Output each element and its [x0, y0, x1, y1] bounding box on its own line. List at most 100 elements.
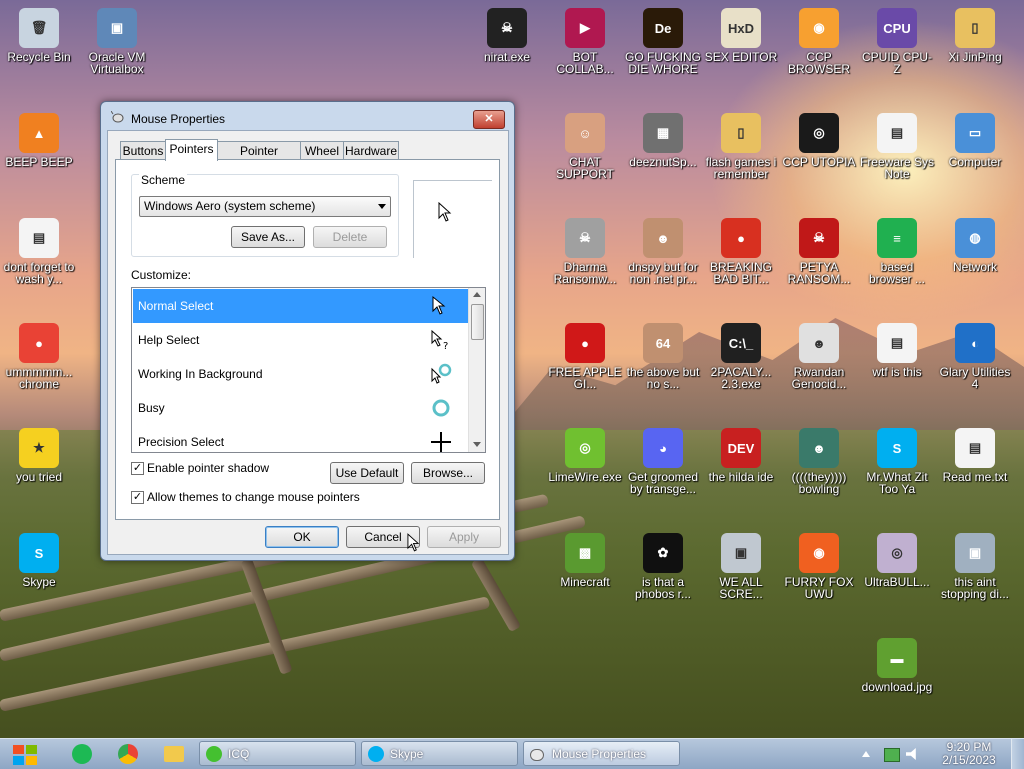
desktop-icon[interactable]: ✿ is that a phobos r...: [625, 533, 701, 600]
tab-wheel[interactable]: Wheel: [300, 141, 344, 160]
desktop-icon[interactable]: ◎ LimeWire.exe: [547, 428, 623, 483]
desktop-icon[interactable]: 🗑 Recycle Bin: [1, 8, 77, 63]
pointers-panel: Scheme Windows Aero (system scheme) Save…: [115, 159, 500, 520]
desktop-icon-label: ummmmm... chrome: [5, 365, 73, 391]
desktop-icon[interactable]: ☻ dnspy but for non .net pr...: [625, 218, 701, 285]
scheme-dropdown[interactable]: Windows Aero (system scheme): [139, 196, 391, 217]
themes-label: Allow themes to change mouse pointers: [147, 490, 360, 504]
pointer-row-label: Busy: [138, 401, 165, 415]
scroll-up-icon[interactable]: [473, 292, 481, 297]
desktop-icon-label: BOT COLLAB...: [556, 50, 614, 76]
desktop-icon[interactable]: ▤ Freeware Sys Note: [859, 113, 935, 180]
pointer-row[interactable]: Precision Select: [133, 425, 468, 452]
desktop-icon[interactable]: ◍ Network: [937, 218, 1013, 273]
folder-icon[interactable]: [164, 746, 184, 762]
desktop-icon[interactable]: ≡ based browser ...: [859, 218, 935, 285]
close-button[interactable]: ✕: [473, 110, 505, 129]
chrome-icon[interactable]: [118, 744, 138, 764]
taskbar-item-icq[interactable]: ICQ: [199, 741, 356, 766]
desktop-icon[interactable]: ☠ nirat.exe: [469, 8, 545, 63]
network-icon[interactable]: [884, 748, 900, 762]
desktop-icon[interactable]: C:\_ 2PACALY... 2.3.exe: [703, 323, 779, 390]
start-button[interactable]: [6, 740, 46, 768]
desktop-icon[interactable]: ● FREE APPLE GI...: [547, 323, 623, 390]
desktop-icon[interactable]: ★ you tried: [1, 428, 77, 483]
desktop-icon[interactable]: 64 the above but no s...: [625, 323, 701, 390]
tab-pointers[interactable]: Pointers: [165, 139, 218, 161]
desktop-icon[interactable]: ▤ wtf is this: [859, 323, 935, 378]
desktop-icon[interactable]: De GO FUCKING DIE WHORE: [625, 8, 701, 75]
desktop-icon[interactable]: ◉ CCP BROWSER: [781, 8, 857, 75]
taskbar-item-mouse-properties[interactable]: Mouse Properties: [523, 741, 680, 766]
desktop-icon[interactable]: ▩ Minecraft: [547, 533, 623, 588]
pointer-row[interactable]: Working In Background: [133, 357, 468, 391]
desktop-icon[interactable]: S Skype: [1, 533, 77, 588]
desktop-icon[interactable]: ▲ BEEP BEEP: [1, 113, 77, 168]
scroll-thumb[interactable]: [471, 304, 484, 340]
use-default-button[interactable]: Use Default: [330, 462, 404, 484]
desktop-icon-label: deeznutSp...: [629, 155, 697, 169]
desktop-icon-label: SEX EDITOR: [704, 50, 778, 64]
shadow-checkbox[interactable]: ✓: [131, 462, 144, 475]
speaker-icon[interactable]: [906, 748, 916, 760]
desktop-icon[interactable]: ● ummmmm... chrome: [1, 323, 77, 390]
desktop-icon[interactable]: ☻ Rwandan Genocid...: [781, 323, 857, 390]
desktop-icon[interactable]: ▣ WE ALL SCRE...: [703, 533, 779, 600]
desktop-icon[interactable]: ● BREAKING BAD BIT...: [703, 218, 779, 285]
themes-checkbox[interactable]: ✓: [131, 491, 144, 504]
delete-button[interactable]: Delete: [313, 226, 387, 248]
desktop-icon-label: wtf is this: [872, 365, 922, 379]
desktop-icon-label: dont forget to wash y...: [3, 260, 75, 286]
save-as-button[interactable]: Save As...: [231, 226, 305, 248]
taskbar-item-skype[interactable]: Skype: [361, 741, 518, 766]
desktop-icon[interactable]: ▭ Computer: [937, 113, 1013, 168]
browse-button[interactable]: Browse...: [411, 462, 485, 484]
chevron-up-icon[interactable]: [862, 751, 870, 757]
desktop-icon[interactable]: ☻ ((((they)))) bowling: [781, 428, 857, 495]
desktop-icon[interactable]: ◎ UltraBULL...: [859, 533, 935, 588]
tab-pointer-options[interactable]: Pointer Options: [217, 141, 301, 176]
show-desktop-button[interactable]: [1011, 739, 1024, 769]
desktop-icon-image: ▲: [19, 113, 59, 153]
pointer-row[interactable]: Busy: [133, 391, 468, 425]
desktop-icon[interactable]: ◐ Glary Utilities 4: [937, 323, 1013, 390]
desktop-icon[interactable]: ◉ FURRY FOX UWU: [781, 533, 857, 600]
desktop-icon[interactable]: ▯ flash games i remember: [703, 113, 779, 180]
desktop-icon[interactable]: ▦ deeznutSp...: [625, 113, 701, 168]
desktop-icon[interactable]: ▤ Read me.txt: [937, 428, 1013, 483]
desktop-icon[interactable]: ☺ CHAT SUPPORT: [547, 113, 623, 180]
tab-buttons[interactable]: Buttons: [120, 141, 166, 160]
desktop-icon[interactable]: ▶ BOT COLLAB...: [547, 8, 623, 75]
desktop-icon[interactable]: S Mr.What Zit Too Ya: [859, 428, 935, 495]
apply-button[interactable]: Apply: [427, 526, 501, 548]
dialog-client: Buttons Pointers Pointer Options Wheel H…: [107, 130, 509, 555]
desktop-icon-image: ●: [19, 323, 59, 363]
desktop-icon[interactable]: ▬ download.jpg: [859, 638, 935, 693]
scroll-down-icon[interactable]: [473, 442, 481, 447]
desktop-icon[interactable]: ☠ Dharma Ransomw...: [547, 218, 623, 285]
desktop-icon[interactable]: ▣ this aint stopping di...: [937, 533, 1013, 600]
pointer-list[interactable]: Normal Select Help Select? Working In Back…: [131, 287, 486, 453]
desktop-icon[interactable]: ▯ Xi JinPing: [937, 8, 1013, 63]
pointer-row-label: Precision Select: [138, 435, 225, 449]
ok-button[interactable]: OK: [265, 526, 339, 548]
tab-hardware[interactable]: Hardware: [343, 141, 399, 160]
list-scrollbar[interactable]: [468, 288, 485, 452]
desktop-icon[interactable]: HxD SEX EDITOR: [703, 8, 779, 63]
desktop-icon[interactable]: ◕ Get groomed by transge...: [625, 428, 701, 495]
clock[interactable]: 9:20 PM 2/15/2023: [930, 741, 1008, 767]
spotify-icon[interactable]: [72, 744, 92, 764]
desktop-icon-label: Network: [952, 260, 997, 274]
title-bar[interactable]: Mouse Properties ✕: [101, 102, 514, 130]
desktop-icon[interactable]: ☠ PETYA RANSOM...: [781, 218, 857, 285]
desktop-icon-label: the above but no s...: [626, 365, 700, 391]
desktop-icon[interactable]: ▤ dont forget to wash y...: [1, 218, 77, 285]
pointer-row[interactable]: Normal Select: [133, 289, 468, 323]
pointer-row[interactable]: Help Select?: [133, 323, 468, 357]
desktop-icon[interactable]: CPU CPUID CPU-Z: [859, 8, 935, 75]
desktop-icon[interactable]: DEV the hilda ide: [703, 428, 779, 483]
desktop-icon-label: Oracle VM Virtualbox: [88, 50, 146, 76]
desktop-icon[interactable]: ▣ Oracle VM Virtualbox: [79, 8, 155, 75]
mouse-properties-window[interactable]: Mouse Properties ✕ Buttons Pointers Poin…: [100, 101, 515, 561]
desktop-icon[interactable]: ◎ CCP UTOPIA: [781, 113, 857, 168]
